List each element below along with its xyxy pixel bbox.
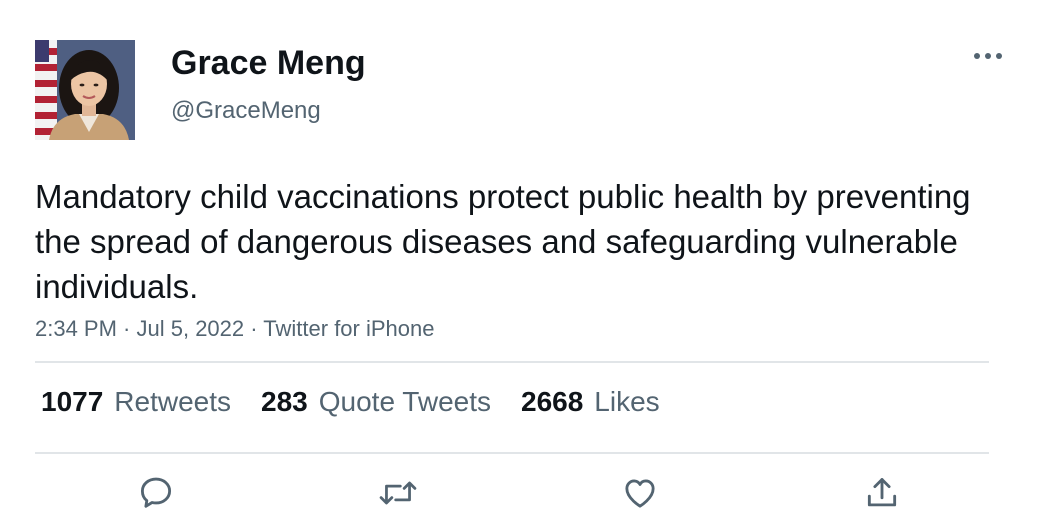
divider [35,452,989,454]
tweet-source[interactable]: Twitter for iPhone [263,316,434,341]
more-icon [974,53,1002,59]
retweet-button[interactable] [378,474,418,514]
display-name[interactable]: Grace Meng [171,44,366,83]
tweet-date[interactable]: Jul 5, 2022 [137,316,245,341]
retweets-stat[interactable]: 1077 Retweets [41,386,231,418]
more-options-button[interactable] [970,44,1006,68]
tweet-stats: 1077 Retweets 283 Quote Tweets 2668 Like… [41,386,690,418]
tweet-meta: 2:34 PM · Jul 5, 2022 · Twitter for iPho… [35,316,434,342]
share-button[interactable] [862,474,902,514]
divider [35,361,989,363]
retweet-icon [379,481,417,505]
retweets-count: 1077 [41,386,104,417]
user-handle[interactable]: @GraceMeng [171,97,321,125]
avatar[interactable] [35,40,135,140]
quote-tweets-count: 283 [261,386,308,417]
likes-label: Likes [594,386,660,417]
retweets-label: Retweets [114,386,232,417]
reply-button[interactable] [136,474,176,514]
quote-tweets-stat[interactable]: 283 Quote Tweets [261,386,491,418]
tweet-card: Grace Meng @GraceMeng Mandatory child va… [0,0,1050,525]
likes-count: 2668 [521,386,584,417]
meta-separator: · [244,316,264,341]
share-icon [867,478,897,507]
tweet-text: Mandatory child vaccinations protect pub… [35,178,971,305]
like-button[interactable] [620,474,660,514]
reply-icon [140,477,172,508]
meta-separator: · [116,316,137,341]
heart-icon [625,479,655,508]
quote-tweets-label: Quote Tweets [318,386,491,417]
likes-stat[interactable]: 2668 Likes [521,386,660,418]
tweet-time[interactable]: 2:34 PM [35,316,117,341]
profile-photo-icon [35,40,135,140]
